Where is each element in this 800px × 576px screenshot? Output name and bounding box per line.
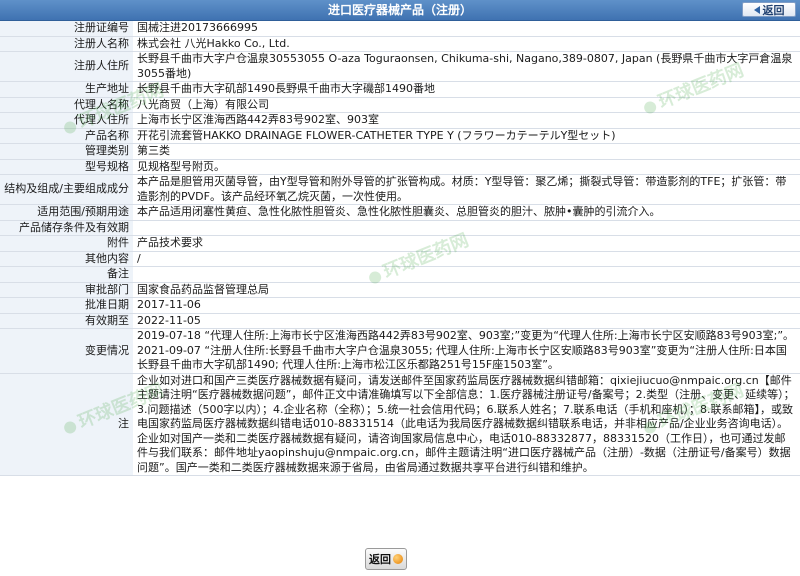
info-row: 产品名称 开花引流套管HAKKO DRAINAGE FLOWER-CATHETER…	[0, 128, 800, 144]
field-label: 附件	[0, 235, 133, 252]
field-label: 适用范围/预期用途	[0, 204, 133, 221]
field-value: 企业如对进口和国产三类医疗器械数据有疑问，请发送邮件至国家药监局医疗器械数据纠错…	[133, 373, 800, 476]
info-row: 附件 产品技术要求	[0, 235, 800, 252]
page-title: 进口医疗器械产品（注册）	[327, 3, 472, 17]
field-value: 产品技术要求	[133, 235, 800, 252]
back-button-bottom-label: 返回	[369, 553, 391, 566]
info-row: 其他内容 /	[0, 251, 800, 267]
field-value: 株式会社 八光Hakko Co., Ltd.	[133, 36, 800, 52]
info-row: 代理人名称 八光商贸（上海）有限公司	[0, 97, 800, 113]
info-row: 型号规格 见规格型号附页。	[0, 159, 800, 175]
info-row: 备注	[0, 266, 800, 283]
field-value: 国家食品药品监督管理总局	[133, 282, 800, 298]
field-value: 2017-11-06	[133, 297, 800, 314]
field-label: 审批部门	[0, 282, 133, 298]
back-button-top-label: 返回	[762, 3, 785, 17]
info-row: 结构及组成/主要组成成分 本产品是胆管用灭菌导管，由Y型导管和附外导管的扩张管构成…	[0, 174, 800, 205]
field-label: 产品储存条件及有效期	[0, 220, 133, 236]
field-label: 型号规格	[0, 159, 133, 175]
page: 进口医疗器械产品（注册） 返回 注册证编号 国械注进20173666995 注册人名…	[0, 0, 800, 576]
info-row: 代理人住所 上海市长宁区淮海西路442弄83号902室、903室	[0, 112, 800, 129]
field-value	[133, 220, 800, 236]
field-label: 有效期至	[0, 313, 133, 329]
back-button-top[interactable]: 返回	[742, 2, 796, 17]
field-label: 管理类别	[0, 143, 133, 160]
info-row: 有效期至 2022-11-05	[0, 313, 800, 329]
info-row: 注册证编号 国械注进20173666995	[0, 21, 800, 37]
info-table: 注册证编号 国械注进20173666995 注册人名称 株式会社 八光Hakko Co…	[0, 21, 800, 476]
field-label: 产品名称	[0, 128, 133, 144]
field-label: 注	[0, 373, 133, 476]
info-row: 注企业如对进口和国产三类医疗器械数据有疑问，请发送邮件至国家药监局医疗器械数据纠…	[0, 373, 800, 476]
field-label: 注册人住所	[0, 51, 133, 82]
field-value: 2022-11-05	[133, 313, 800, 329]
back-arrow-icon	[753, 5, 760, 14]
title-bar: 进口医疗器械产品（注册） 返回	[0, 0, 800, 21]
field-value: 长野县千曲市大字户仓温泉30553055 O-aza Toguraonsen, …	[133, 51, 800, 82]
field-label: 注册人名称	[0, 36, 133, 52]
info-row: 产品储存条件及有效期	[0, 220, 800, 236]
field-label: 其他内容	[0, 251, 133, 267]
field-value: 开花引流套管HAKKO DRAINAGE FLOWER-CATHETER TYP…	[133, 128, 800, 144]
info-row: 管理类别 第三类	[0, 143, 800, 160]
field-value: 八光商贸（上海）有限公司	[133, 97, 800, 113]
back-button-bottom[interactable]: 返回	[365, 548, 407, 570]
footer: 返回	[0, 543, 800, 576]
field-value	[133, 266, 800, 283]
field-value: 上海市长宁区淮海西路442弄83号902室、903室	[133, 112, 800, 129]
field-value: 本产品是胆管用灭菌导管，由Y型导管和附外导管的扩张管构成。材质：Y型导管：聚乙烯…	[133, 174, 800, 205]
info-row: 审批部门 国家食品药品监督管理总局	[0, 282, 800, 298]
field-label: 代理人名称	[0, 97, 133, 113]
field-value: 第三类	[133, 143, 800, 160]
info-row: 注册人住所 长野县千曲市大字户仓温泉30553055 O-aza Toguraon…	[0, 51, 800, 82]
info-row: 注册人名称 株式会社 八光Hakko Co., Ltd.	[0, 36, 800, 52]
field-value: 2019-07-18 “代理人住所:上海市长宁区淮海西路442弄83号902室、…	[133, 328, 800, 374]
field-label: 批准日期	[0, 297, 133, 314]
field-value: /	[133, 251, 800, 267]
field-value: 国械注进20173666995	[133, 21, 800, 37]
field-value: 见规格型号附页。	[133, 159, 800, 175]
info-row: 适用范围/预期用途 本产品适用闭塞性黄疸、急性化脓性胆管炎、急性化脓性胆囊炎、总胆…	[0, 204, 800, 221]
field-label: 代理人住所	[0, 112, 133, 129]
field-value: 长野县千曲市大字矶部1490長野県千曲市大字磯部1490番地	[133, 81, 800, 98]
info-row: 生产地址 长野县千曲市大字矶部1490長野県千曲市大字磯部1490番地	[0, 81, 800, 98]
orb-icon	[393, 554, 403, 564]
info-row: 变更情况 2019-07-18 “代理人住所:上海市长宁区淮海西路442弄83号9…	[0, 328, 800, 374]
field-label: 备注	[0, 266, 133, 283]
field-value: 本产品适用闭塞性黄疸、急性化脓性胆管炎、急性化脓性胆囊炎、总胆管炎的胆汁、脓肿•…	[133, 204, 800, 221]
field-label: 结构及组成/主要组成成分	[0, 174, 133, 205]
field-label: 注册证编号	[0, 21, 133, 37]
field-label: 生产地址	[0, 81, 133, 98]
info-row: 批准日期 2017-11-06	[0, 297, 800, 314]
field-label: 变更情况	[0, 328, 133, 374]
